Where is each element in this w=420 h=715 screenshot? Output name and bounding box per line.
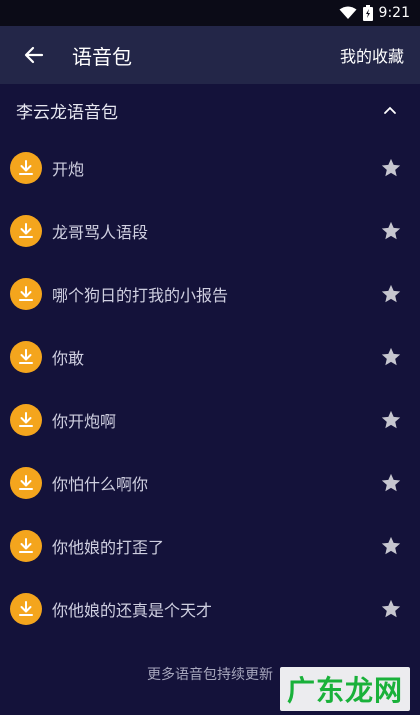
app-bar: 语音包 我的收藏 bbox=[0, 26, 420, 84]
voice-label: 你开炮啊 bbox=[52, 411, 117, 431]
list-item[interactable]: 开炮 bbox=[0, 136, 420, 199]
star-icon[interactable] bbox=[380, 472, 402, 494]
download-button[interactable] bbox=[10, 214, 42, 247]
list-item[interactable]: 你怕什么啊你 bbox=[0, 451, 420, 514]
download-button[interactable] bbox=[10, 403, 42, 436]
status-icons: 9:21 bbox=[339, 0, 410, 26]
wifi-icon bbox=[339, 6, 357, 19]
star-icon[interactable] bbox=[380, 220, 402, 242]
voice-label: 你他娘的还真是个天才 bbox=[52, 600, 213, 620]
collapse-button[interactable] bbox=[380, 100, 400, 120]
star-icon[interactable] bbox=[380, 283, 402, 305]
star-icon[interactable] bbox=[380, 346, 402, 368]
download-icon bbox=[19, 285, 33, 301]
back-button[interactable] bbox=[14, 35, 54, 75]
list-item[interactable]: 哪个狗日的打我的小报告 bbox=[0, 262, 420, 325]
download-icon bbox=[19, 600, 33, 616]
voice-label: 开炮 bbox=[52, 159, 85, 179]
download-icon bbox=[19, 537, 33, 553]
download-button[interactable] bbox=[10, 592, 42, 625]
star-icon[interactable] bbox=[380, 409, 402, 431]
chevron-up-icon bbox=[384, 106, 396, 114]
page-title: 语音包 bbox=[72, 44, 132, 69]
star-icon[interactable] bbox=[380, 157, 402, 179]
watermark-logo: 广东龙网 bbox=[280, 667, 410, 711]
list-item[interactable]: 你他娘的打歪了 bbox=[0, 514, 420, 577]
star-icon[interactable] bbox=[380, 535, 402, 557]
voice-label: 你他娘的打歪了 bbox=[52, 537, 165, 557]
download-button[interactable] bbox=[10, 466, 42, 499]
list-item[interactable]: 龙哥骂人语段 bbox=[0, 199, 420, 262]
arrow-left-icon bbox=[24, 46, 44, 64]
download-icon bbox=[19, 222, 33, 238]
download-button[interactable] bbox=[10, 277, 42, 310]
list-item[interactable]: 你敢 bbox=[0, 325, 420, 388]
status-bar: 9:21 bbox=[0, 0, 420, 26]
list-item[interactable]: 你他娘的还真是个天才 bbox=[0, 577, 420, 640]
star-icon[interactable] bbox=[380, 598, 402, 620]
voice-label: 龙哥骂人语段 bbox=[52, 222, 149, 242]
download-icon bbox=[19, 348, 33, 364]
voice-label: 哪个狗日的打我的小报告 bbox=[52, 285, 229, 305]
watermark-text: 广东龙网 bbox=[286, 674, 403, 707]
voice-pack-group-header[interactable]: 李云龙语音包 bbox=[0, 84, 420, 136]
download-button[interactable] bbox=[10, 151, 42, 184]
voice-label: 你敢 bbox=[52, 348, 85, 368]
download-button[interactable] bbox=[10, 340, 42, 373]
voice-list: 开炮 龙哥骂人语段 哪个狗日的打我的小报告 你敢 你开炮啊 你怕什么啊你 你他娘… bbox=[0, 136, 420, 640]
voice-label: 你怕什么啊你 bbox=[52, 474, 149, 494]
download-icon bbox=[19, 159, 33, 175]
status-time: 9:21 bbox=[378, 5, 410, 21]
download-icon bbox=[19, 411, 33, 427]
battery-icon bbox=[362, 5, 373, 21]
download-icon bbox=[19, 474, 33, 490]
my-favorites-button[interactable]: 我的收藏 bbox=[340, 26, 404, 84]
list-item[interactable]: 你开炮啊 bbox=[0, 388, 420, 451]
download-button[interactable] bbox=[10, 529, 42, 562]
group-title: 李云龙语音包 bbox=[16, 102, 118, 123]
